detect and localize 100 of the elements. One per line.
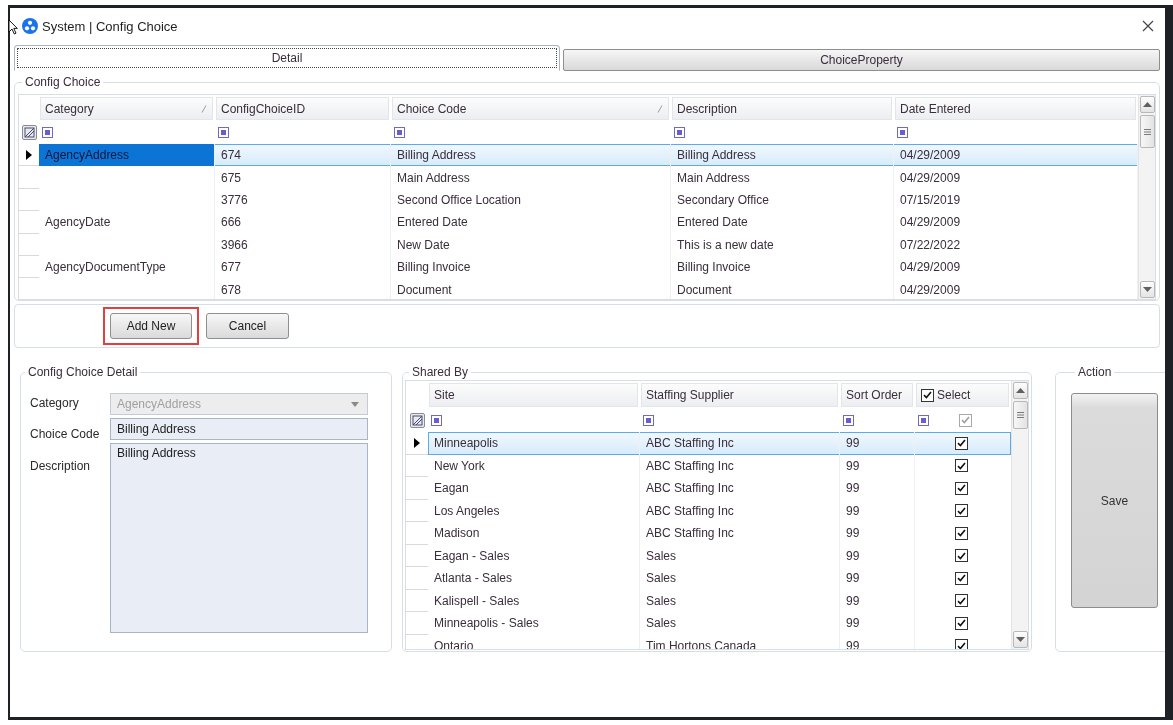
scroll-up-button[interactable] [1139,96,1155,113]
filter-icon[interactable] [674,127,685,138]
table-cell: Madison [428,522,640,545]
column-header[interactable]: ConfigChoiceID [216,97,389,120]
window-title: System | Config Choice [42,18,178,34]
table-cell: Atlanta - Sales [428,567,640,590]
table-cell: ABC Staffing Inc [640,477,840,500]
table-cell: 678 [215,278,391,299]
column-header[interactable]: Site [429,383,638,407]
group-title: Config Choice [24,75,102,89]
filter-icon[interactable] [897,127,908,138]
checkbox[interactable] [955,481,968,495]
table-cell: Document [391,278,671,299]
column-header[interactable]: Sort Order [841,383,913,407]
table-cell: 99 [840,432,915,455]
checkbox[interactable] [955,549,968,563]
close-icon [1142,20,1154,32]
clear-filter-icon[interactable] [409,412,425,428]
table-cell: 99 [840,612,915,635]
table-cell: 675 [215,166,391,189]
focused-cell: AgencyAddress [39,144,215,167]
group-title: Config Choice Detail [27,365,139,379]
table-cell: New Date [391,233,671,256]
table-cell: Entered Date [391,211,671,234]
table-cell: ABC Staffing Inc [640,522,840,545]
table-cell: Document [671,278,894,299]
filter-icon[interactable] [42,127,53,138]
app-icon [22,18,38,34]
filter-icon[interactable] [218,127,229,138]
column-header[interactable]: Select [916,383,1009,407]
filter-icon[interactable] [643,414,654,426]
checkbox[interactable] [955,616,968,630]
table-cell: Tim Hortons Canada [640,634,840,649]
grip-icon [1143,128,1151,135]
group-title: Shared By [411,365,470,379]
text-area[interactable]: Billing Address [110,443,368,633]
table-cell: Sales [640,612,840,635]
filter-icon[interactable] [843,414,854,426]
scrollbar[interactable] [1138,95,1155,299]
checkbox[interactable] [955,571,968,585]
table-cell: ABC Staffing Inc [640,432,840,455]
filter-icon[interactable] [394,127,405,138]
table-cell: Main Address [671,166,894,189]
filter-icon[interactable] [431,414,442,426]
scroll-up-button[interactable] [1012,382,1028,399]
table-cell: This is a new date [671,233,894,256]
table-row[interactable]: Minneapolis ABC Staffing Inc 99 [428,432,1011,455]
field-label: Category [30,395,80,411]
table-cell: AgencyDate [39,211,215,234]
clear-filter-icon[interactable] [21,125,37,140]
caret-up-icon [1015,388,1025,393]
checkbox[interactable] [955,436,968,450]
push-button[interactable]: Add New [110,313,192,339]
table-cell: Entered Date [671,211,894,234]
caret-down-icon [1142,287,1152,292]
table-cell: Sales [640,567,840,590]
scroll-down-button[interactable] [1012,631,1028,648]
table-cell: Minneapolis - Sales [428,612,640,635]
column-header[interactable]: Description [672,97,892,120]
checkbox[interactable] [955,594,968,608]
checkbox[interactable] [955,526,968,540]
field-label: Choice Code [30,426,101,442]
table-cell: 3966 [215,233,391,256]
column-header[interactable]: Staffing Supplier [641,383,838,407]
row-indicator-icon [414,437,420,448]
table-cell: Eagan [428,477,640,500]
caret-up-icon [1142,102,1152,107]
scroll-down-button[interactable] [1139,281,1155,298]
checkbox[interactable] [955,639,968,649]
checkbox[interactable] [955,459,968,473]
tab[interactable]: Detail [14,45,560,71]
table-cell: 666 [215,211,391,234]
table-cell: 99 [840,522,915,545]
table-cell: 99 [840,567,915,590]
scrollbar[interactable] [1011,381,1028,649]
grip-icon [1016,412,1024,418]
scrollbar-thumb[interactable] [1012,401,1028,429]
table-row[interactable]: AgencyAddress 674 Billing Address Billing Address 04/29/2009 [39,144,1138,167]
push-button[interactable]: Cancel [206,313,289,339]
checkbox[interactable] [921,388,934,402]
filter-icon[interactable] [918,414,929,426]
checkbox[interactable] [959,413,972,427]
table-cell: 99 [840,477,915,500]
close-button[interactable] [1142,20,1154,32]
table-cell: 99 [840,634,915,649]
scrollbar-thumb[interactable] [1139,115,1155,148]
column-header[interactable]: Choice Code [392,97,669,120]
text-field[interactable]: Billing Address [110,418,368,440]
sort-icon [201,104,207,113]
caret-down-icon [1015,637,1025,642]
tab[interactable]: ChoiceProperty [563,49,1160,71]
column-header[interactable]: Date Entered [895,97,1136,120]
sort-icon [657,104,663,113]
save-button[interactable]: Save [1071,393,1158,608]
row-indicator-icon [26,149,32,160]
table-cell: Main Address [391,166,671,189]
column-header[interactable]: Category [40,97,213,120]
checkbox[interactable] [955,504,968,518]
caret-down-icon [351,401,359,407]
field-label: Description [30,458,92,474]
